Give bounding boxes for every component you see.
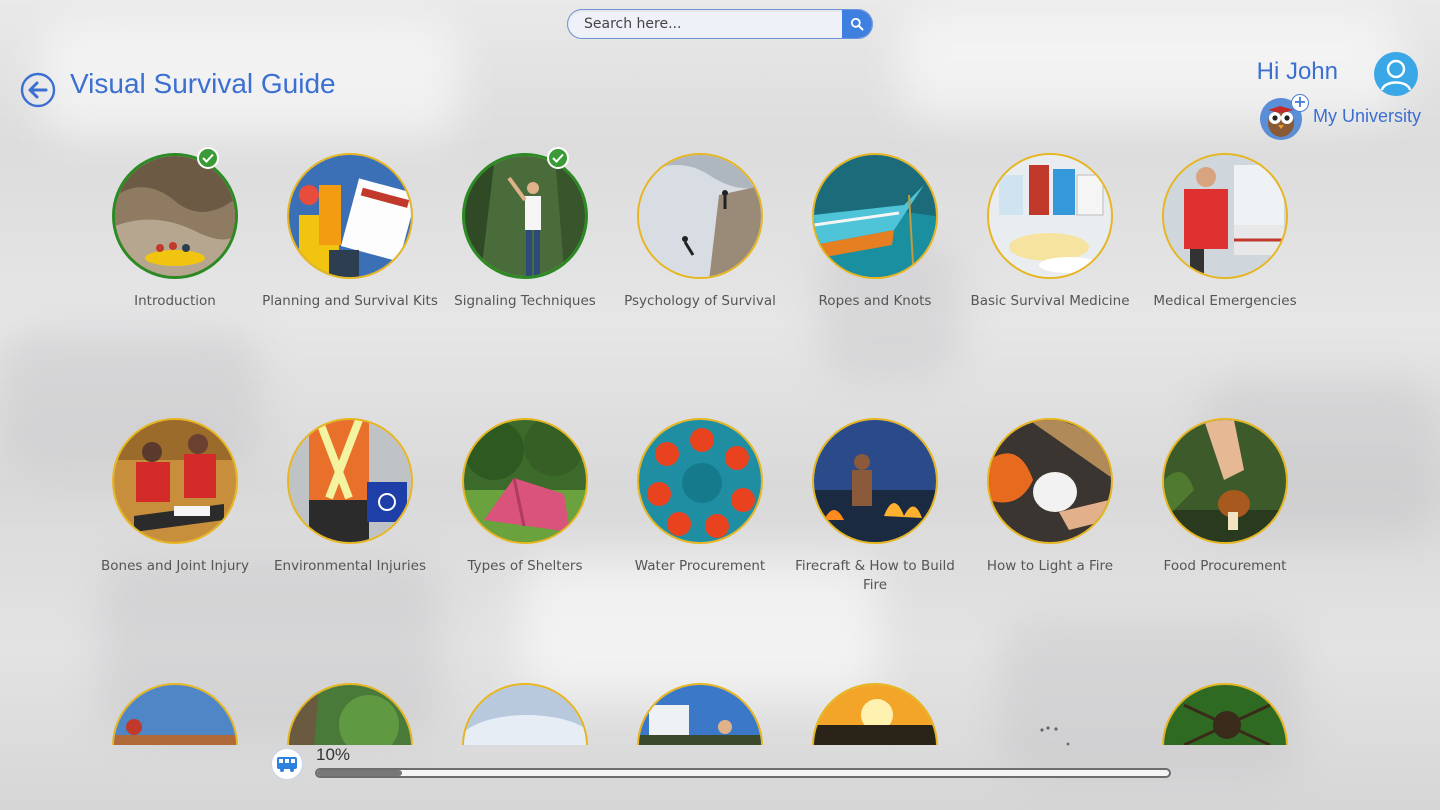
topic-thumbnail	[462, 683, 588, 745]
loading-spinner-icon	[1040, 726, 1070, 746]
topic-label: Bones and Joint Injury	[101, 558, 249, 574]
topic-label: Types of Shelters	[467, 558, 583, 574]
topic-thumbnail	[812, 153, 938, 279]
search-bar	[567, 9, 873, 39]
progress-bar-fill	[317, 770, 403, 776]
user-greeting: Hi John	[1256, 58, 1338, 85]
page-title: Visual Survival Guide	[70, 68, 336, 99]
completed-check-icon	[547, 147, 569, 169]
topic-label: Food Procurement	[1163, 558, 1287, 574]
search-input[interactable]	[568, 10, 836, 38]
topic-thumbnail	[287, 418, 413, 544]
completed-check-icon	[197, 147, 219, 169]
topic-thumbnail	[637, 683, 763, 745]
topic-label: Planning and Survival Kits	[262, 293, 438, 309]
topic-thumbnail	[1162, 683, 1288, 745]
topic-thumbnail	[637, 418, 763, 544]
topic-thumbnail	[812, 683, 938, 745]
back-button[interactable]	[20, 72, 56, 108]
topic-thumbnail	[987, 418, 1113, 544]
topic-thumbnail	[462, 153, 588, 279]
topic-label: Introduction	[134, 293, 216, 309]
topic-thumbnail	[112, 153, 238, 279]
topic-label: Water Procurement	[634, 558, 766, 574]
topic-thumbnail	[637, 153, 763, 279]
topic-label: Medical Emergencies	[1153, 293, 1297, 309]
topic-thumbnail	[1162, 418, 1288, 544]
topic-label: Signaling Techniques	[454, 293, 596, 309]
topic-thumbnail	[287, 153, 413, 279]
user-avatar[interactable]	[1374, 52, 1418, 96]
topic-label: Ropes and Knots	[818, 293, 932, 309]
search-icon	[850, 17, 864, 31]
topic-label: Environmental Injuries	[273, 558, 426, 574]
topic-thumbnail	[1162, 153, 1288, 279]
progress-percent: 10%	[316, 745, 351, 764]
arrow-left-icon	[20, 72, 56, 108]
bus-icon	[277, 757, 297, 772]
topics-grid: Introduction Planning and Survival Kits …	[0, 140, 1440, 745]
topic-thumbnail	[462, 418, 588, 544]
topic-thumbnail	[812, 418, 938, 544]
search-button[interactable]	[842, 10, 872, 38]
user-icon	[1380, 59, 1412, 91]
topic-label: Basic Survival Medicine	[970, 293, 1130, 309]
topic-thumbnail	[112, 683, 238, 745]
progress-bar	[315, 768, 1171, 778]
topic-thumbnail	[287, 683, 413, 745]
my-university-link[interactable]: My University	[1313, 106, 1421, 127]
topic-thumbnail	[987, 153, 1113, 279]
topic-label: How to Light a Fire	[986, 558, 1114, 574]
add-university-icon[interactable]: +	[1291, 94, 1309, 112]
topic-label: Psychology of Survival	[624, 293, 776, 309]
progress-bus-button[interactable]	[271, 748, 303, 780]
topic-thumbnail	[112, 418, 238, 544]
topic-label: Firecraft & How to Build Fire	[795, 558, 955, 593]
